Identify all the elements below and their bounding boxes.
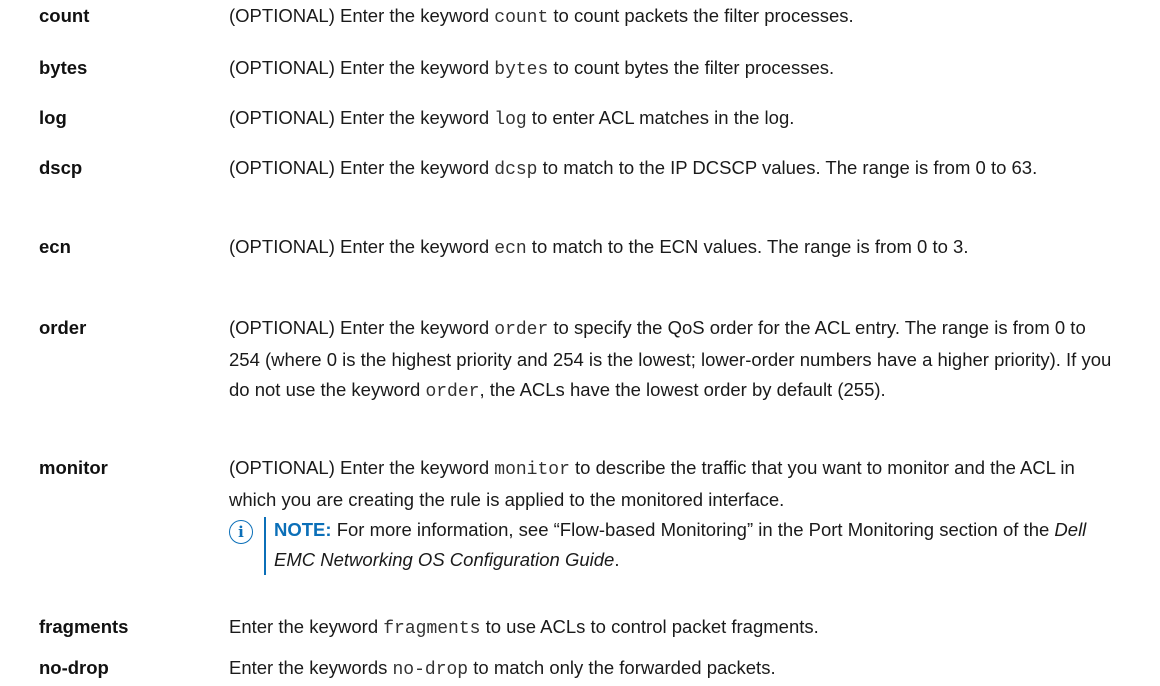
note-divider — [264, 517, 266, 575]
note-label: NOTE: — [274, 519, 332, 540]
param-name: monitor — [39, 457, 108, 478]
param-description: Enter the keyword fragments to use ACLs … — [229, 616, 819, 639]
keyword-code: order — [425, 382, 480, 402]
keyword-code: fragments — [383, 619, 481, 639]
param-description: Enter the keywords no-drop to match only… — [229, 657, 776, 680]
param-name: bytes — [39, 57, 88, 78]
info-icon: i — [229, 520, 253, 544]
param-description: (OPTIONAL) Enter the keyword monitor to … — [229, 453, 1109, 575]
param-description: (OPTIONAL) Enter the keyword count to co… — [229, 5, 854, 28]
param-name: count — [39, 5, 90, 26]
param-description: (OPTIONAL) Enter the keyword ecn to matc… — [229, 236, 969, 259]
keyword-code: monitor — [494, 460, 570, 480]
param-description: (OPTIONAL) Enter the keyword dcsp to mat… — [229, 157, 1038, 180]
keyword-code: dcsp — [494, 160, 538, 180]
param-name: log — [39, 107, 67, 128]
parameter-table: count (OPTIONAL) Enter the keyword count… — [0, 0, 1160, 686]
note-callout: i NOTE: For more information, see “Flow-… — [229, 515, 1094, 575]
param-name: ecn — [39, 236, 71, 257]
keyword-code: order — [494, 320, 549, 340]
param-description: (OPTIONAL) Enter the keyword bytes to co… — [229, 57, 835, 80]
param-name: order — [39, 317, 87, 338]
param-name: fragments — [39, 616, 129, 637]
keyword-code: bytes — [494, 60, 549, 80]
keyword-code: log — [494, 110, 527, 130]
param-name: no-drop — [39, 657, 109, 678]
param-description: (OPTIONAL) Enter the keyword log to ente… — [229, 107, 795, 130]
keyword-code: ecn — [494, 239, 527, 259]
keyword-code: count — [494, 8, 549, 28]
keyword-code: no-drop — [392, 660, 469, 680]
param-description: (OPTIONAL) Enter the keyword order to sp… — [229, 317, 1112, 402]
param-name: dscp — [39, 157, 83, 178]
